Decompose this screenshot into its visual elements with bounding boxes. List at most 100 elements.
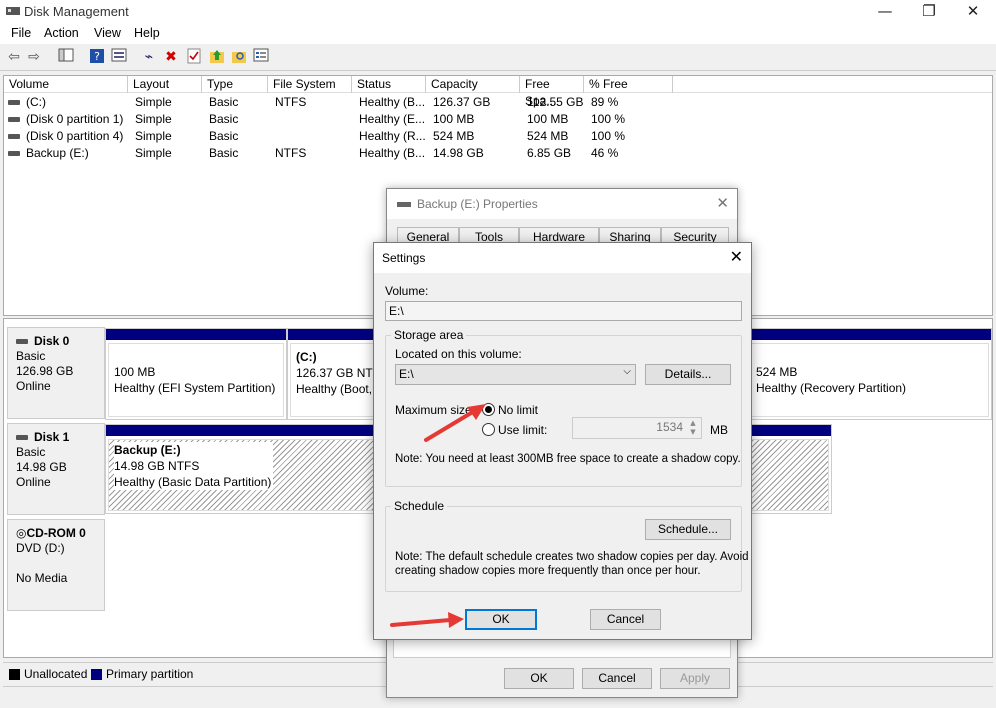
properties-title-bar: Backup (E:) Properties ✕: [387, 189, 737, 219]
partition-body: 100 MB Healthy (EFI System Partition): [108, 343, 284, 417]
cell-capacity: 524 MB: [433, 129, 475, 143]
properties-cancel-button[interactable]: Cancel: [582, 668, 652, 689]
console-tree-icon[interactable]: [57, 48, 75, 66]
partition-bar: [106, 329, 286, 340]
col-percent-free[interactable]: % Free: [584, 76, 673, 93]
no-limit-radio[interactable]: [482, 403, 495, 416]
volume-icon: [8, 134, 20, 140]
use-limit-radio[interactable]: [482, 423, 495, 436]
ok-button[interactable]: OK: [465, 609, 537, 630]
cell-volume: (C:): [8, 94, 126, 111]
col-capacity[interactable]: Capacity: [426, 76, 520, 93]
volume-icon: [8, 151, 20, 157]
cell-free: 6.85 GB: [527, 146, 572, 160]
disk-1-label[interactable]: Disk 1 Basic 14.98 GB Online: [7, 423, 105, 515]
properties-icon[interactable]: [110, 48, 128, 66]
disk-management-icon: [6, 7, 20, 15]
cell-capacity: 100 MB: [433, 112, 475, 126]
up-folder-icon[interactable]: [208, 48, 226, 66]
cell-status: Healthy (R...: [359, 129, 426, 143]
col-free-space[interactable]: Free Spa...: [520, 76, 584, 108]
partition-body: 524 MB Healthy (Recovery Partition): [750, 343, 989, 417]
cell-layout: Simple: [135, 95, 172, 109]
maximize-button[interactable]: ❐: [906, 0, 952, 24]
located-dropdown[interactable]: E:\ ⌵: [395, 364, 636, 385]
cell-fs: NTFS: [275, 146, 307, 160]
cell-free: 524 MB: [527, 129, 569, 143]
cell-layout: Simple: [135, 129, 172, 143]
cell-capacity: 126.37 GB: [433, 95, 491, 109]
partition-recovery[interactable]: 524 MB Healthy (Recovery Partition): [747, 328, 992, 420]
menu-help[interactable]: Help: [134, 26, 160, 40]
schedule-note-line2: creating shadow copies more frequently t…: [395, 565, 701, 577]
cell-status: Healthy (B...: [359, 146, 426, 160]
table-row[interactable]: (Disk 0 partition 1) Simple Basic Health…: [4, 111, 992, 128]
spin-down-icon[interactable]: ▼: [686, 428, 700, 437]
table-row[interactable]: (Disk 0 partition 4) Simple Basic Health…: [4, 128, 992, 145]
cell-volume: (Disk 0 partition 1): [8, 111, 126, 128]
cell-capacity: 14.98 GB: [433, 146, 484, 160]
menu-file[interactable]: File: [11, 26, 31, 40]
properties-close-button[interactable]: ✕: [716, 194, 729, 212]
back-icon[interactable]: ⇦: [5, 48, 23, 66]
cell-volume: Backup (E:): [8, 145, 126, 162]
minimize-button[interactable]: —: [862, 0, 908, 24]
menu-action[interactable]: Action: [44, 26, 79, 40]
forward-icon[interactable]: ⇨: [25, 48, 43, 66]
col-volume[interactable]: Volume: [4, 76, 128, 93]
window-title: Disk Management: [24, 4, 129, 19]
delete-icon[interactable]: ✖: [162, 48, 180, 66]
col-file-system[interactable]: File System: [268, 76, 352, 93]
schedule-title: Schedule: [391, 499, 448, 513]
use-limit-label[interactable]: Use limit:: [498, 423, 547, 437]
table-row[interactable]: (C:) Simple Basic NTFS Healthy (B... 126…: [4, 94, 992, 111]
connect-icon[interactable]: ⌁: [140, 48, 158, 66]
volume-icon: [8, 117, 20, 123]
cell-free: 100 MB: [527, 112, 569, 126]
limit-unit: MB: [710, 423, 728, 437]
drive-icon: [397, 202, 411, 207]
cell-type: Basic: [209, 95, 239, 109]
unallocated-swatch: [9, 669, 20, 680]
partition-efi[interactable]: 100 MB Healthy (EFI System Partition): [105, 328, 287, 420]
settings-title-bar: Settings ✕: [374, 243, 751, 273]
spin-up-icon[interactable]: ▲: [686, 419, 700, 428]
cell-free: 112.55 GB: [527, 95, 584, 109]
svg-text:?: ?: [94, 50, 100, 63]
partition-bar: [748, 329, 991, 340]
table-row[interactable]: Backup (E:) Simple Basic NTFS Healthy (B…: [4, 145, 992, 162]
cell-pct: 100 %: [591, 129, 626, 143]
menu-bar: File Action View Help: [0, 24, 996, 44]
no-limit-label[interactable]: No limit: [498, 403, 538, 417]
title-bar: Disk Management — ❐ ✕: [0, 0, 996, 24]
volume-list-header: Volume Layout Type File System Status Ca…: [4, 76, 992, 108]
list-icon[interactable]: [252, 48, 270, 66]
disk-icon: [16, 435, 28, 441]
col-type[interactable]: Type: [202, 76, 268, 93]
disk-0-label[interactable]: Disk 0 Basic 126.98 GB Online: [7, 327, 105, 419]
settings-title: Settings: [382, 251, 426, 265]
search-folder-icon[interactable]: [230, 48, 248, 66]
limit-input[interactable]: 1534 ▲ ▼: [572, 417, 702, 439]
close-window-button[interactable]: ✕: [950, 0, 996, 24]
col-layout[interactable]: Layout: [128, 76, 202, 93]
cell-pct: 100 %: [591, 112, 626, 126]
properties-ok-button[interactable]: OK: [504, 668, 574, 689]
disk-icon: [16, 339, 28, 345]
cdrom-label[interactable]: ◎CD-ROM 0 DVD (D:) No Media: [7, 519, 105, 611]
details-button[interactable]: Details...: [645, 364, 731, 385]
chevron-down-icon: ⌵: [623, 366, 631, 377]
help-icon[interactable]: ?: [88, 48, 106, 66]
cell-volume: (Disk 0 partition 4): [8, 128, 126, 145]
schedule-button[interactable]: Schedule...: [645, 519, 731, 540]
menu-view[interactable]: View: [94, 26, 121, 40]
col-status[interactable]: Status: [352, 76, 426, 93]
settings-close-button[interactable]: ✕: [730, 247, 743, 266]
checkmark-icon[interactable]: [185, 48, 203, 66]
cell-pct: 46 %: [591, 146, 619, 160]
legend-primary: Primary partition: [106, 667, 194, 681]
properties-apply-button[interactable]: Apply: [660, 668, 730, 689]
cell-layout: Simple: [135, 112, 172, 126]
cancel-button[interactable]: Cancel: [590, 609, 661, 630]
storage-area-title: Storage area: [391, 328, 467, 342]
